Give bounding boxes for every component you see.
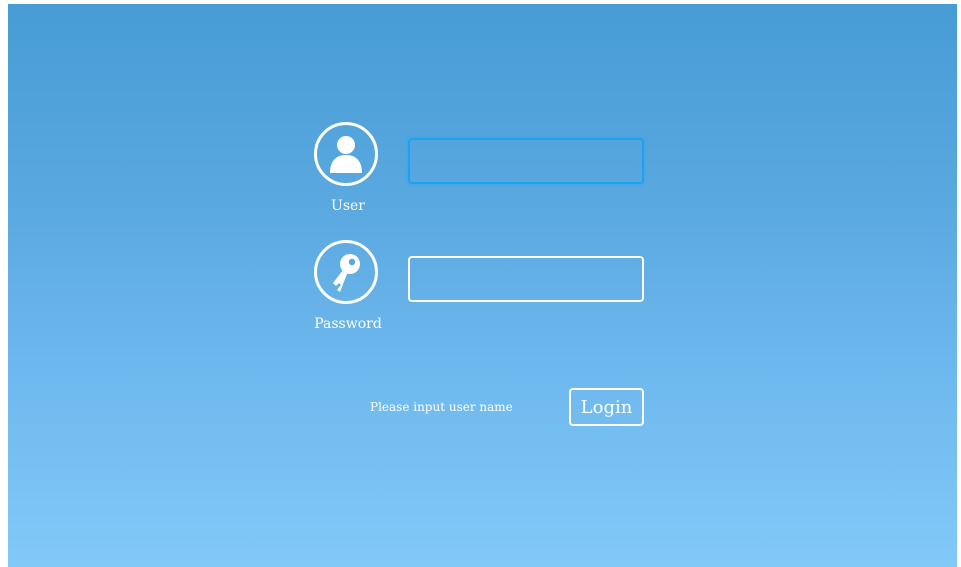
user-avatar-circle [314, 122, 378, 186]
password-label: Password [314, 316, 382, 332]
login-button[interactable]: Login [569, 388, 644, 426]
key-icon [333, 254, 360, 292]
key-avatar-circle [314, 240, 378, 304]
user-icon [330, 136, 362, 173]
status-message: Please input user name [370, 400, 513, 414]
login-screen: User Password Please input user name Log… [8, 4, 957, 567]
password-input[interactable] [408, 256, 644, 302]
username-input[interactable] [408, 138, 644, 184]
user-label: User [331, 198, 365, 214]
